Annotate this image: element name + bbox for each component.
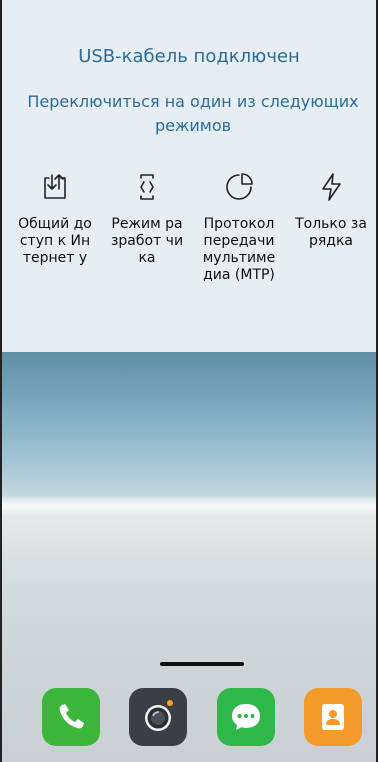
- mode-label: Общий доступ к Интернет у: [18, 216, 92, 266]
- usb-mode-list: Общий доступ к Интернет у Режим разработ…: [14, 170, 372, 284]
- app-dock: [42, 688, 362, 746]
- mode-developer[interactable]: Режим разработ чика: [106, 170, 188, 284]
- phone-icon: [59, 704, 84, 729]
- mode-mtp[interactable]: Протокол передачи мультиме диа (MTP): [198, 170, 280, 284]
- mode-label: Режим разработ чика: [110, 216, 184, 266]
- camera-icon: [145, 700, 174, 731]
- charging-icon: [322, 173, 341, 201]
- phone-app[interactable]: [42, 688, 100, 746]
- mode-internet-sharing[interactable]: Общий доступ к Интернет у: [14, 170, 96, 284]
- home-indicator[interactable]: [160, 662, 244, 666]
- usb-share-icon: [44, 174, 66, 199]
- usb-mode-dialog: USB-кабель подключен Переключиться на од…: [2, 0, 376, 352]
- contacts-app[interactable]: [303, 688, 362, 746]
- mtp-icon: [226, 173, 253, 200]
- contacts-icon: [321, 704, 344, 730]
- mode-charging-only[interactable]: Только зарядка: [290, 170, 372, 284]
- messages-app[interactable]: [216, 688, 275, 746]
- camera-app[interactable]: [129, 688, 188, 746]
- mode-label: Только зарядка: [295, 216, 367, 249]
- messages-icon: [231, 704, 260, 730]
- dialog-subtitle: Переключиться на один из следующих режим…: [27, 92, 359, 135]
- dialog-title: USB-кабель подключен: [78, 46, 300, 67]
- phone-screen: USB-кабель подключен Переключиться на од…: [0, 0, 378, 762]
- developer-icon: [140, 174, 154, 200]
- mode-label: Протокол передачи мультиме диа (MTP): [202, 216, 276, 283]
